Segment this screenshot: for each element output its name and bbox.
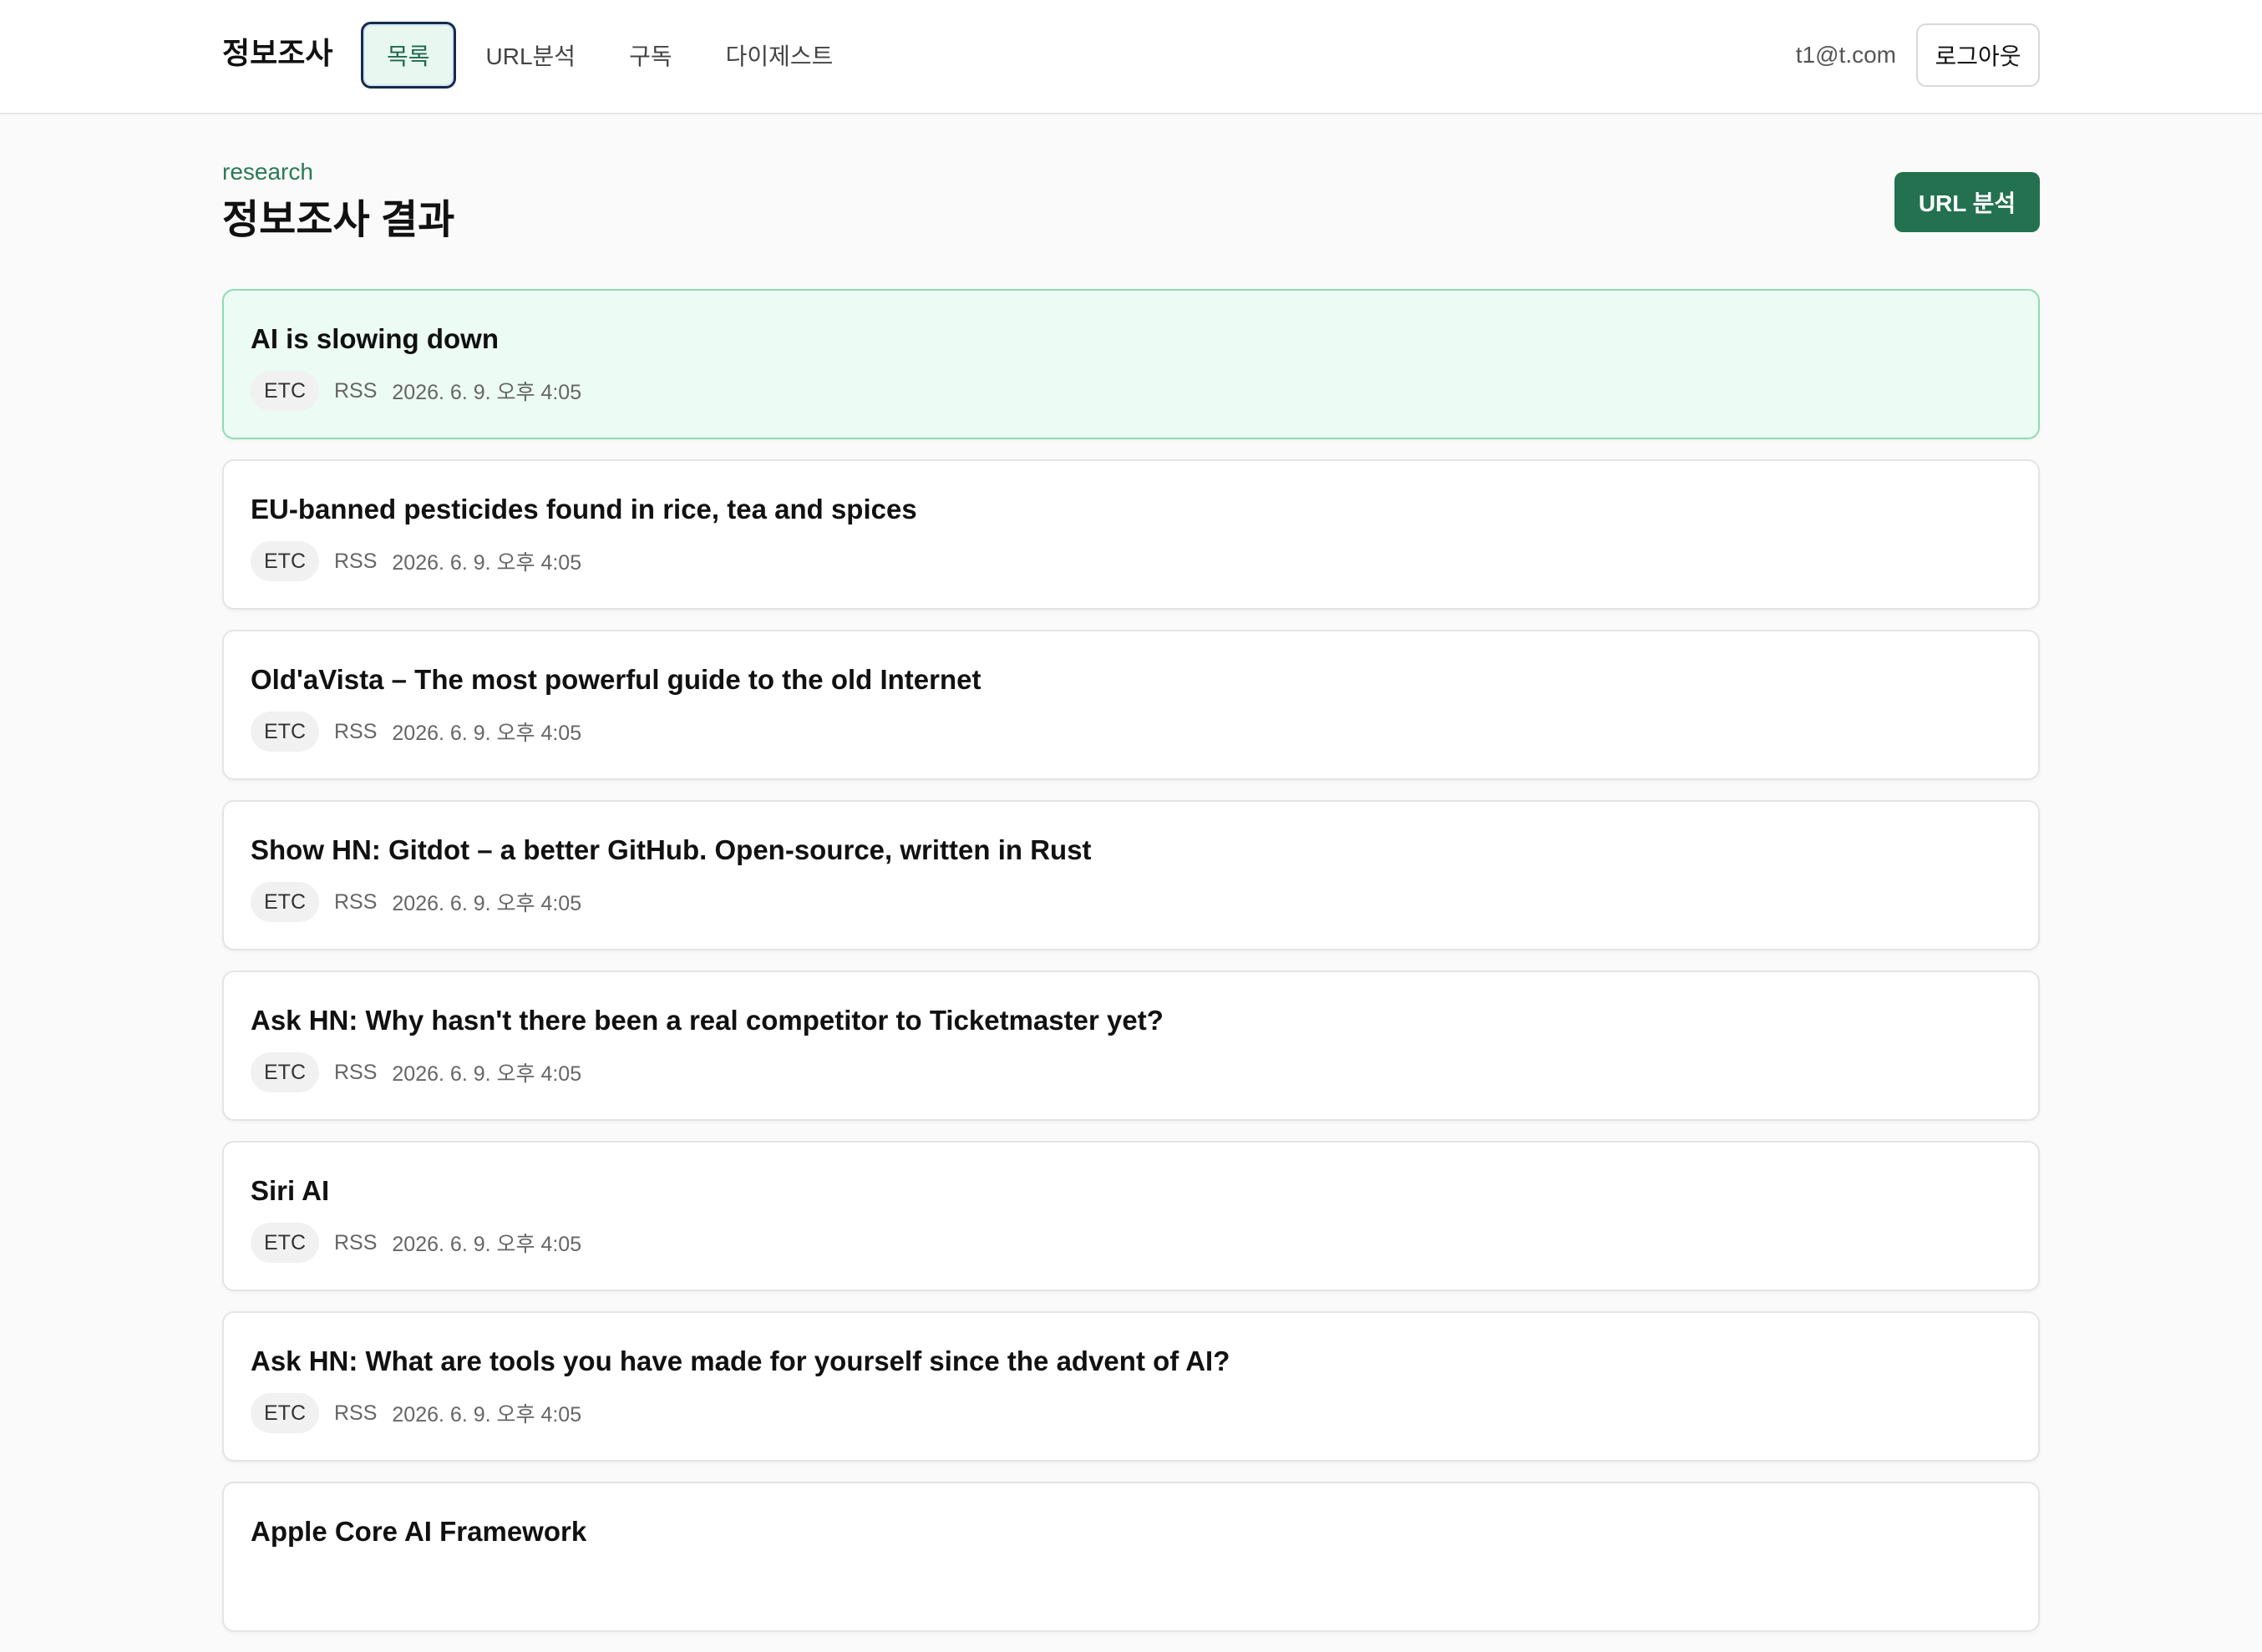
page-eyebrow: research [222, 159, 313, 185]
result-card[interactable]: Apple Core AI Framework [222, 1482, 2040, 1632]
result-card[interactable]: Siri AI ETC RSS 2026. 6. 9. 오후 4:05 [222, 1141, 2040, 1291]
logout-button[interactable]: 로그아웃 [1916, 23, 2040, 87]
date-label: 2026. 6. 9. 오후 4:05 [392, 1233, 582, 1256]
result-title[interactable]: Siri AI [251, 1173, 329, 1209]
nav-tab-digest[interactable]: 다이제스트 [702, 22, 857, 89]
source-label: RSS [334, 1060, 378, 1084]
user-email: t1@t.com [1795, 42, 1896, 68]
result-card[interactable]: AI is slowing down ETC RSS 2026. 6. 9. 오… [222, 289, 2040, 439]
category-badge: ETC [251, 1393, 319, 1433]
research-results-list: AI is slowing down ETC RSS 2026. 6. 9. 오… [222, 289, 2040, 1652]
source-label: RSS [334, 378, 378, 403]
source-label: RSS [334, 889, 378, 914]
category-badge: ETC [251, 712, 319, 752]
category-badge: ETC [251, 371, 319, 411]
category-badge: ETC [251, 882, 319, 922]
date-label: 2026. 6. 9. 오후 4:05 [392, 722, 582, 745]
result-meta: ETC RSS 2026. 6. 9. 오후 4:05 [251, 1052, 581, 1092]
result-meta: ETC RSS 2026. 6. 9. 오후 4:05 [251, 712, 581, 752]
category-badge: ETC [251, 1052, 319, 1092]
date-label: 2026. 6. 9. 오후 4:05 [392, 1062, 582, 1086]
nav-tab-subscriptions[interactable]: 구독 [606, 22, 696, 89]
result-meta: ETC RSS 2026. 6. 9. 오후 4:05 [251, 541, 581, 581]
result-card[interactable]: Ask HN: What are tools you have made for… [222, 1311, 2040, 1462]
result-meta: ETC RSS 2026. 6. 9. 오후 4:05 [251, 1393, 581, 1433]
result-title[interactable]: Old'aVista – The most powerful guide to … [251, 661, 981, 698]
category-badge: ETC [251, 1223, 319, 1263]
source-label: RSS [334, 1230, 378, 1254]
result-title[interactable]: Ask HN: What are tools you have made for… [251, 1343, 1230, 1380]
date-label: 2026. 6. 9. 오후 4:05 [392, 381, 582, 404]
page-title: 정보조사 결과 [222, 198, 455, 242]
result-title[interactable]: Apple Core AI Framework [251, 1513, 586, 1550]
category-badge: ETC [251, 541, 319, 581]
result-title[interactable]: AI is slowing down [251, 321, 499, 357]
source-label: RSS [334, 549, 378, 573]
result-meta: ETC RSS 2026. 6. 9. 오후 4:05 [251, 882, 581, 922]
brand-logo-text[interactable]: 정보조사 [222, 35, 332, 72]
result-meta: ETC RSS 2026. 6. 9. 오후 4:05 [251, 1223, 581, 1263]
url-analyze-button[interactable]: URL 분석 [1894, 172, 2040, 232]
result-title[interactable]: Ask HN: Why hasn't there been a real com… [251, 1002, 1164, 1039]
source-label: RSS [334, 1401, 378, 1425]
result-title[interactable]: EU-banned pesticides found in rice, tea … [251, 491, 917, 528]
result-meta: ETC RSS 2026. 6. 9. 오후 4:05 [251, 371, 581, 411]
nav-tab-list[interactable]: 목록 [361, 22, 456, 89]
result-card[interactable]: Old'aVista – The most powerful guide to … [222, 630, 2040, 780]
date-label: 2026. 6. 9. 오후 4:05 [392, 892, 582, 915]
date-label: 2026. 6. 9. 오후 4:05 [392, 1403, 582, 1426]
result-title[interactable]: Show HN: Gitdot – a better GitHub. Open-… [251, 832, 1092, 869]
result-card[interactable]: Ask HN: Why hasn't there been a real com… [222, 970, 2040, 1121]
nav-tab-url-analysis[interactable]: URL분석 [463, 22, 600, 89]
main-nav: 목록 URL분석 구독 다이제스트 [361, 20, 863, 90]
source-label: RSS [334, 719, 378, 743]
date-label: 2026. 6. 9. 오후 4:05 [392, 551, 582, 575]
result-card[interactable]: Show HN: Gitdot – a better GitHub. Open-… [222, 800, 2040, 950]
result-card[interactable]: EU-banned pesticides found in rice, tea … [222, 459, 2040, 610]
top-navigation-bar: 정보조사 목록 URL분석 구독 다이제스트 t1@t.com 로그아웃 [0, 0, 2262, 114]
